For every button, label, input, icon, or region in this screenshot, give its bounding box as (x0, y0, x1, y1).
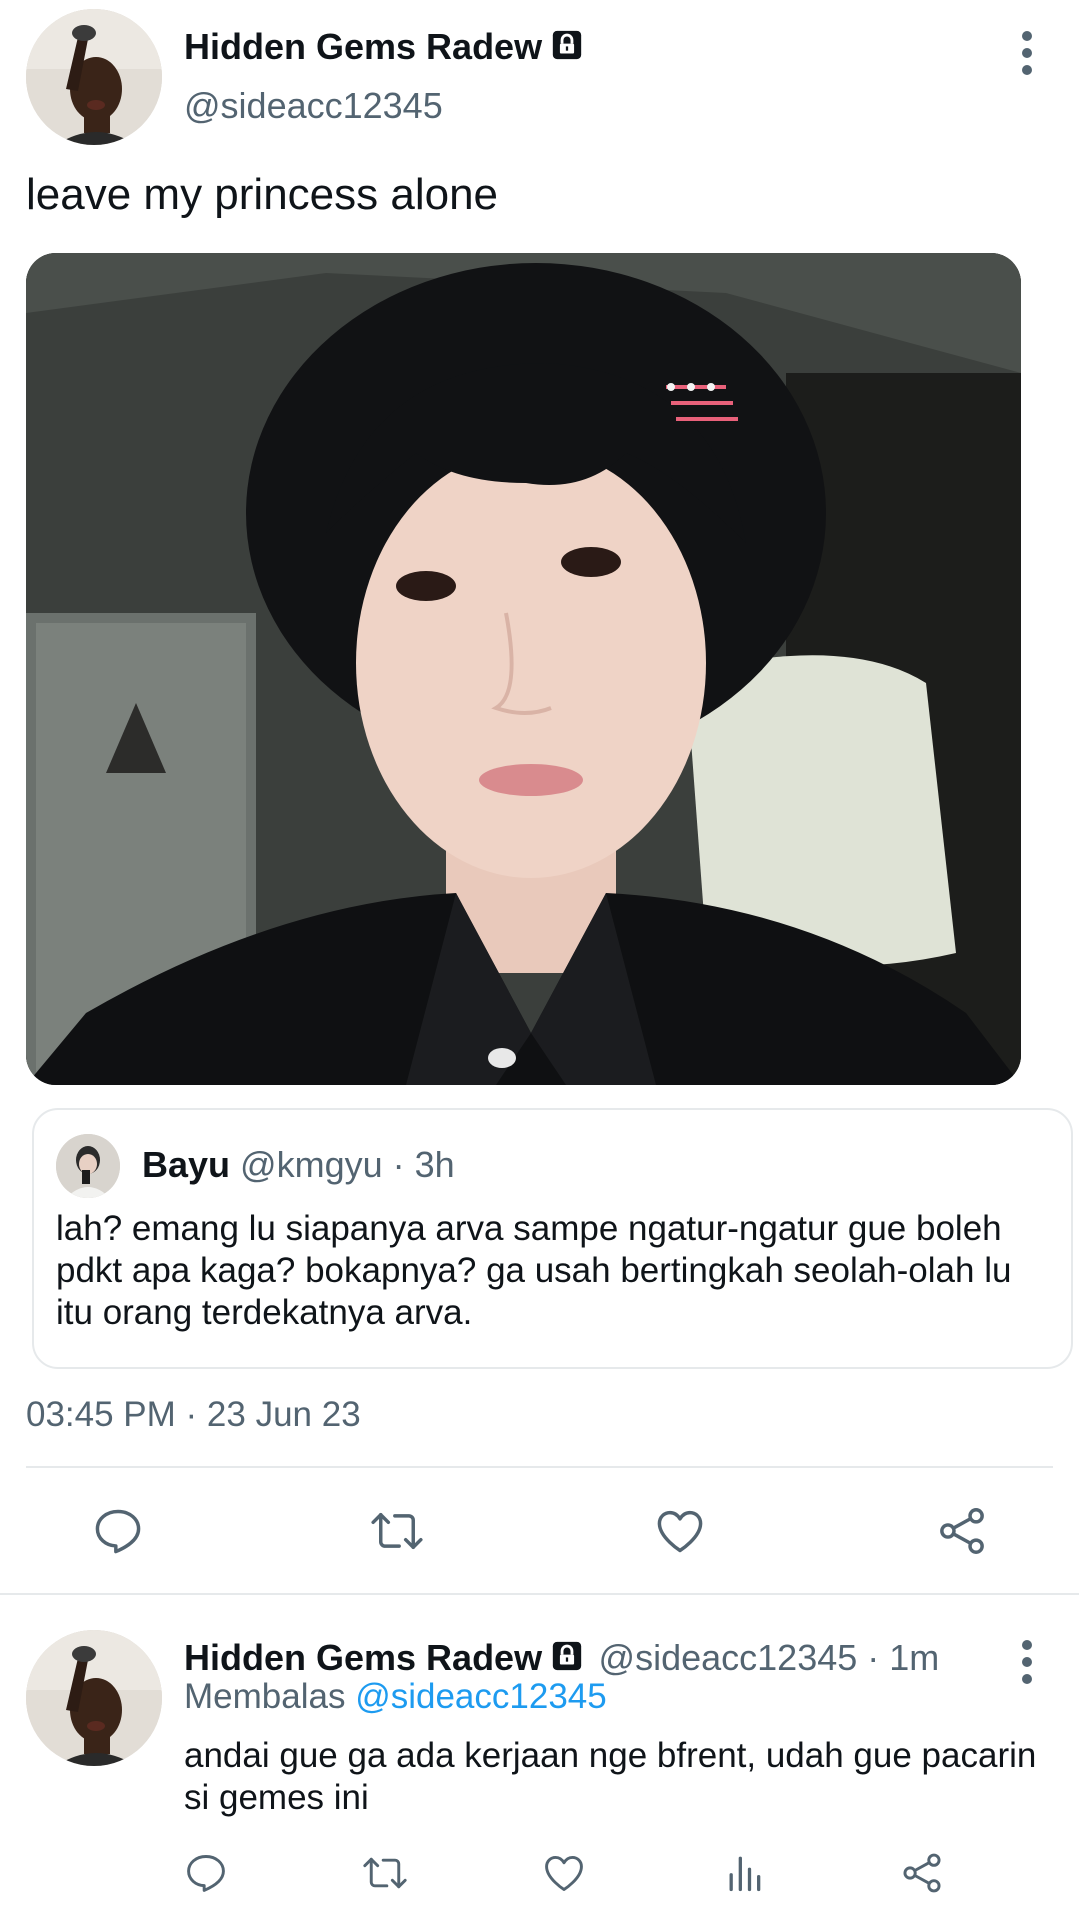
retweet-icon (363, 1857, 407, 1889)
avatar-photo (26, 1630, 162, 1766)
reply-icon (187, 1855, 225, 1892)
reply-icon (95, 1509, 141, 1554)
retweet-icon (371, 1513, 423, 1549)
quoted-author-avatar (56, 1134, 120, 1198)
reply-author-avatar[interactable] (26, 1630, 162, 1766)
quoted-tweet[interactable]: Bayu @kmgyu · 3h lah? emang lu siapanya … (32, 1108, 1073, 1369)
reply-more-options-icon[interactable] (1012, 1637, 1042, 1687)
reply-display-name[interactable]: Hidden Gems Radew (184, 1637, 542, 1678)
share-icon (940, 1508, 984, 1554)
share-button[interactable] (936, 1505, 988, 1557)
reply-share-button[interactable] (900, 1851, 944, 1895)
share-icon (903, 1853, 941, 1893)
replying-to-label: Membalas (184, 1677, 346, 1716)
lock-icon (550, 1639, 584, 1673)
tweet-timestamp[interactable]: 03:45 PM · 23 Jun 23 (26, 1395, 361, 1435)
reply-views-button[interactable] (722, 1851, 766, 1895)
retweet-button[interactable] (368, 1505, 426, 1557)
author-display-name[interactable]: Hidden Gems Radew (184, 26, 584, 68)
author-avatar[interactable] (26, 9, 162, 145)
reply-retweet-button[interactable] (361, 1851, 409, 1895)
replying-to-handle-link[interactable]: @sideacc12345 (355, 1677, 607, 1716)
lock-icon (550, 28, 584, 62)
tweet-photo[interactable] (26, 253, 1021, 1085)
quoted-author: Bayu @kmgyu · 3h (142, 1144, 455, 1186)
like-icon (657, 1510, 703, 1553)
reply-button[interactable] (92, 1505, 144, 1557)
quoted-meta: @kmgyu · 3h (240, 1144, 455, 1185)
reply-meta: @sideacc12345 · 1m (598, 1637, 940, 1678)
quoted-display-name: Bayu (142, 1144, 231, 1185)
section-divider (0, 1593, 1079, 1595)
more-options-icon[interactable] (1012, 28, 1042, 78)
quoted-text: lah? emang lu siapanya arva sampe ngatur… (56, 1209, 1012, 1332)
reply-author-line: Hidden Gems Radew @sideacc12345 · 1m (184, 1637, 939, 1679)
like-button[interactable] (654, 1505, 706, 1557)
reply-text: andai gue ga ada kerjaan nge bfrent, uda… (184, 1736, 1037, 1817)
author-handle[interactable]: @sideacc12345 (184, 85, 443, 127)
replying-to: Membalas @sideacc12345 (184, 1677, 607, 1717)
divider (26, 1466, 1053, 1468)
reply-like-button[interactable] (542, 1851, 586, 1895)
views-icon (729, 1856, 761, 1892)
avatar-photo (26, 9, 162, 145)
like-icon (545, 1855, 583, 1891)
reply-reply-button[interactable] (184, 1851, 228, 1895)
tweet-text: leave my princess alone (26, 170, 499, 219)
